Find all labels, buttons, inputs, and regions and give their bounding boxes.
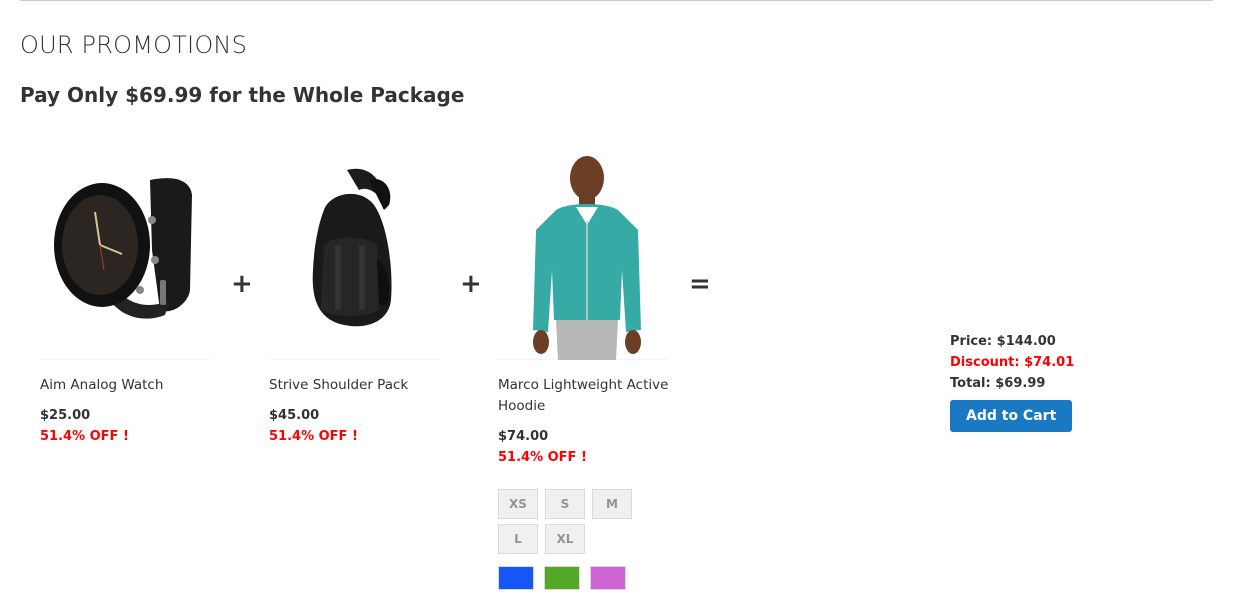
product-card-backpack: Strive Shoulder Pack $45.00 51.4% OFF ! (269, 150, 439, 447)
product-discount-label: 51.4% OFF ! (40, 429, 129, 444)
product-price: $74.00 (498, 429, 549, 444)
top-divider (20, 0, 1213, 1)
plus-sign: + (460, 269, 482, 299)
size-option-xl[interactable]: XL (545, 524, 585, 554)
promo-heading: Pay Only $69.99 for the Whole Package (20, 83, 465, 107)
backpack-image[interactable] (269, 150, 439, 360)
bundle-price: Price: $144.00 (950, 334, 1056, 349)
product-card-hoodie: Marco Lightweight Active Hoodie $74.00 5… (498, 150, 668, 590)
product-name[interactable]: Marco Lightweight Active Hoodie (498, 375, 673, 417)
size-option-l[interactable]: L (498, 524, 538, 554)
bundle-discount: Discount: $74.01 (950, 355, 1075, 370)
bundle-summary: Price: $144.00 Discount: $74.01 Total: $… (950, 331, 1074, 432)
section-title: OUR PROMOTIONS (20, 31, 248, 59)
color-swatches (498, 566, 668, 590)
color-option-green[interactable] (544, 566, 580, 590)
product-discount-label: 51.4% OFF ! (498, 450, 587, 465)
product-price: $25.00 (40, 408, 91, 423)
backpack-icon (312, 168, 392, 327)
product-name[interactable]: Aim Analog Watch (40, 375, 215, 396)
product-price: $45.00 (269, 408, 320, 423)
add-to-cart-button[interactable]: Add to Cart (950, 400, 1073, 432)
color-option-purple[interactable] (590, 566, 626, 590)
product-discount-label: 51.4% OFF ! (269, 429, 358, 444)
plus-sign: + (231, 269, 253, 299)
size-option-m[interactable]: M (592, 489, 632, 519)
equals-sign: = (689, 269, 711, 299)
watch-icon (54, 178, 192, 319)
watch-image[interactable] (40, 150, 210, 360)
hoodie-image[interactable] (498, 150, 668, 360)
color-option-blue[interactable] (498, 566, 534, 590)
size-option-s[interactable]: S (545, 489, 585, 519)
size-option-xs[interactable]: XS (498, 489, 538, 519)
hoodie-icon (533, 156, 641, 360)
product-name[interactable]: Strive Shoulder Pack (269, 375, 444, 396)
product-card-watch: Aim Analog Watch $25.00 51.4% OFF ! (40, 150, 210, 447)
size-swatches: XS S M L XL (498, 489, 648, 554)
bundle-total: Total: $69.99 (950, 376, 1046, 391)
